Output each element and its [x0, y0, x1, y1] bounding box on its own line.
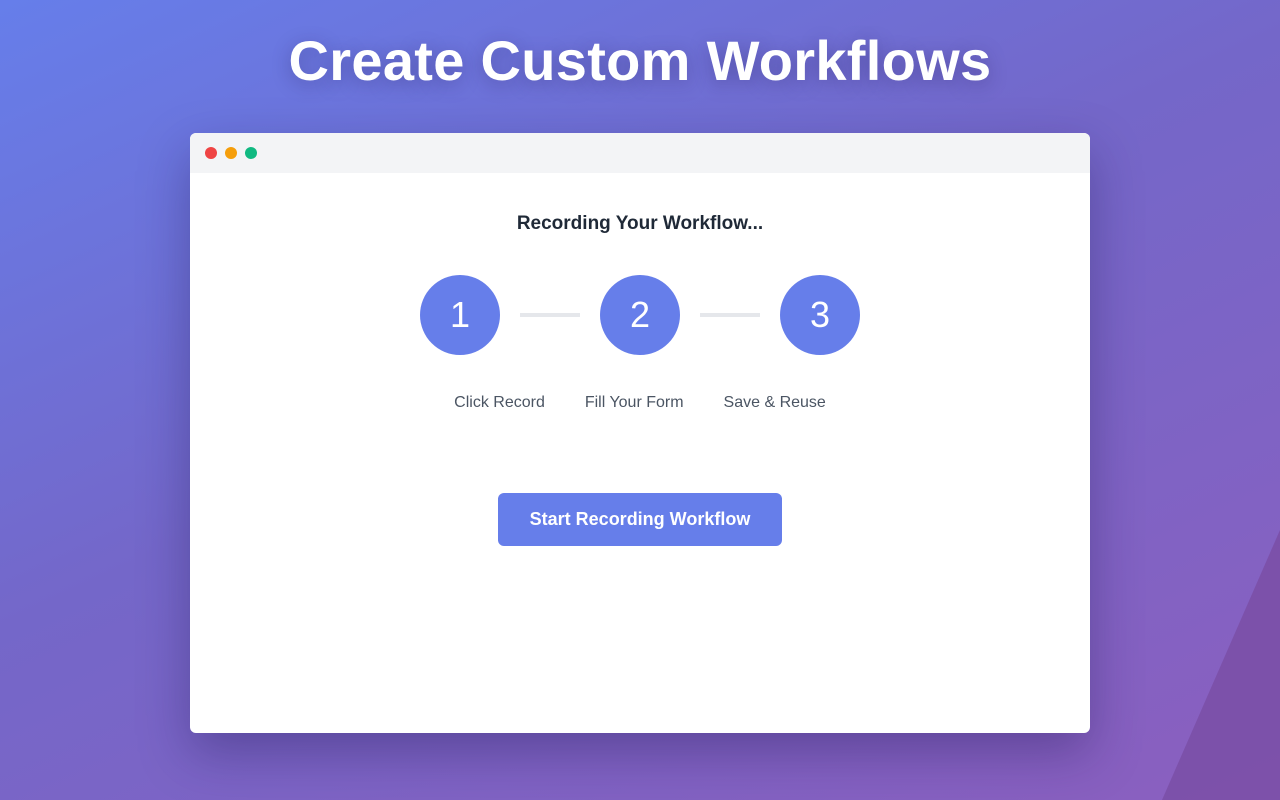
start-recording-button[interactable]: Start Recording Workflow [498, 493, 782, 546]
step-3-circle: 3 [780, 275, 860, 355]
page-title: Create Custom Workflows [288, 29, 992, 92]
step-1-circle: 1 [420, 275, 500, 355]
step-3-label: Save & Reuse [723, 394, 826, 411]
minimize-dot-icon[interactable] [225, 147, 237, 159]
step-indicator: 1 2 3 [420, 275, 860, 355]
step-connector-1 [520, 313, 580, 317]
page-background: { "page": { "headline": "Create Custom W… [0, 0, 1280, 800]
close-dot-icon[interactable] [205, 147, 217, 159]
maximize-dot-icon[interactable] [245, 147, 257, 159]
step-2-circle: 2 [600, 275, 680, 355]
step-connector-2 [700, 313, 760, 317]
window-content: Recording Your Workflow... 1 2 3 Click R… [190, 173, 1090, 733]
step-2-label: Fill Your Form [584, 394, 684, 411]
step-labels: Click Record Fill Your Form Save & Reuse [190, 394, 1090, 412]
recording-status-text: Recording Your Workflow... [516, 213, 764, 234]
window-titlebar [190, 133, 1090, 173]
background-corner-shape [1162, 530, 1280, 800]
app-window: Recording Your Workflow... 1 2 3 Click R… [190, 133, 1090, 733]
step-1-label: Click Record [454, 394, 545, 411]
